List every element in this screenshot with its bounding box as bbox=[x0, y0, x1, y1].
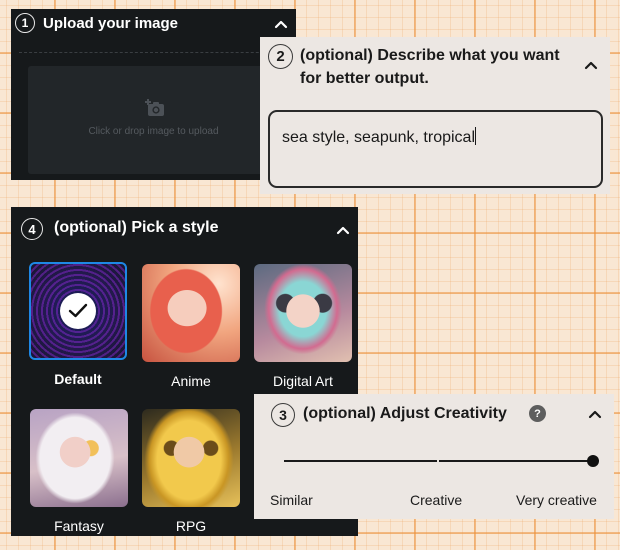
style-label-anime: Anime bbox=[171, 373, 211, 389]
creativity-panel: 3 (optional) Adjust Creativity ? Similar… bbox=[254, 394, 614, 519]
chevron-up-icon[interactable] bbox=[336, 225, 350, 235]
step-number-1: 1 bbox=[15, 13, 35, 33]
creativity-slider-thumb[interactable] bbox=[587, 455, 599, 467]
style-label-fantasy: Fantasy bbox=[54, 518, 104, 534]
upload-panel: 1 Upload your image Click or drop image … bbox=[11, 9, 296, 180]
creativity-label-very-creative: Very creative bbox=[516, 492, 597, 508]
upload-dropzone-text: Click or drop image to upload bbox=[88, 126, 219, 137]
step-number-3: 3 bbox=[271, 403, 295, 427]
add-photo-icon bbox=[145, 98, 167, 123]
style-thumbnail-digital-art bbox=[254, 264, 352, 362]
chevron-up-icon[interactable] bbox=[588, 409, 602, 419]
upload-title: Upload your image bbox=[43, 14, 179, 32]
describe-panel: 2 (optional) Describe what you want for … bbox=[260, 37, 610, 194]
style-thumbnail-rpg bbox=[142, 409, 240, 507]
style-label-digital-art: Digital Art bbox=[273, 373, 333, 389]
creativity-title: (optional) Adjust Creativity bbox=[303, 405, 507, 422]
text-caret bbox=[475, 127, 476, 145]
chevron-up-icon[interactable] bbox=[584, 60, 598, 70]
step-number-4: 4 bbox=[21, 218, 43, 240]
creativity-label-similar: Similar bbox=[270, 492, 313, 508]
style-label-rpg: RPG bbox=[175, 518, 207, 534]
step-number-2: 2 bbox=[268, 44, 293, 69]
upload-header[interactable]: 1 Upload your image bbox=[15, 13, 178, 33]
help-icon[interactable]: ? bbox=[529, 405, 546, 422]
describe-title: (optional) Describe what you want for be… bbox=[300, 47, 560, 87]
style-label-default: Default bbox=[54, 371, 102, 387]
style-thumbnail-anime bbox=[142, 264, 240, 362]
checkmark-icon bbox=[60, 293, 96, 329]
style-title: (optional) Pick a style bbox=[54, 219, 219, 236]
describe-textarea[interactable]: sea style, seapunk, tropical bbox=[268, 110, 603, 188]
creativity-slider-divider bbox=[437, 456, 439, 466]
creativity-label-creative: Creative bbox=[410, 492, 463, 508]
chevron-up-icon[interactable] bbox=[274, 19, 288, 29]
creativity-slider-track[interactable] bbox=[284, 460, 594, 462]
style-thumbnail-fantasy bbox=[30, 409, 128, 507]
describe-text: sea style, seapunk, tropical bbox=[282, 129, 475, 146]
